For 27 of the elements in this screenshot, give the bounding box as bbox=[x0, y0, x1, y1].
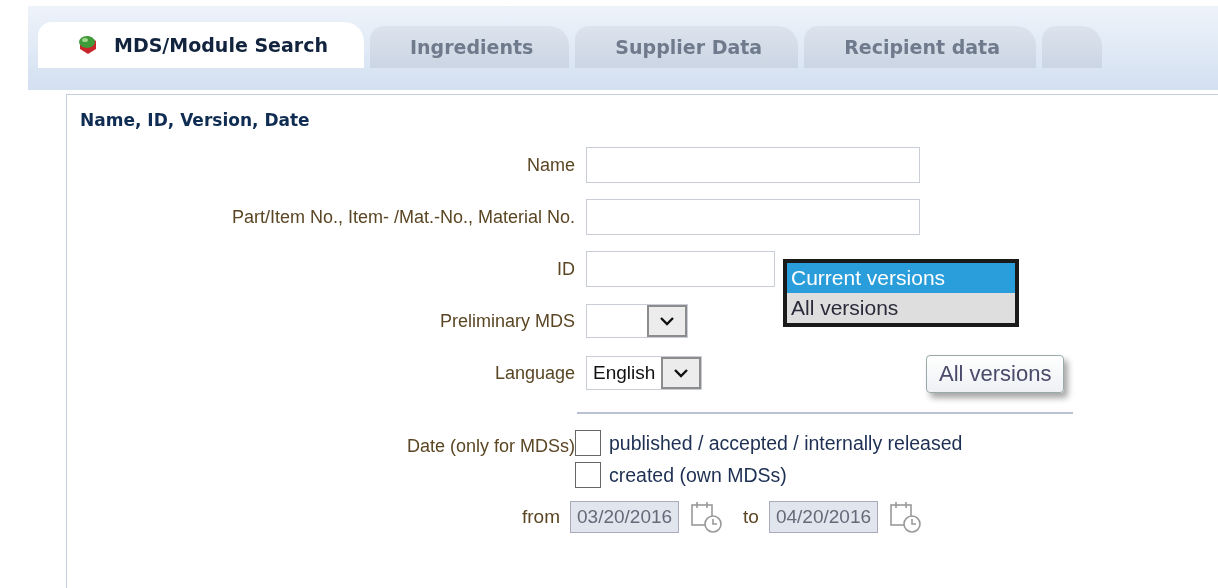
dropdown-option[interactable]: All versions bbox=[787, 293, 1015, 323]
field-label: to bbox=[743, 506, 759, 528]
chevron-down-icon bbox=[659, 316, 675, 326]
section-title: Name, ID, Version, Date bbox=[80, 110, 310, 130]
checkbox-label: created (own MDSs) bbox=[609, 463, 787, 487]
input-field[interactable] bbox=[586, 251, 775, 287]
field-label: Name bbox=[527, 154, 575, 176]
dropdown[interactable] bbox=[586, 304, 688, 338]
calendar-clock-icon[interactable] bbox=[888, 500, 923, 534]
tab[interactable]: Supplier Data bbox=[575, 26, 799, 68]
input-field[interactable] bbox=[586, 147, 920, 183]
tab[interactable]: Ingredients bbox=[369, 26, 570, 68]
input-field[interactable] bbox=[586, 199, 920, 235]
tab[interactable]: MDS/Module Search bbox=[38, 22, 364, 68]
calendar-clock-icon[interactable] bbox=[689, 500, 724, 534]
field-label: Language bbox=[494, 362, 575, 384]
field-label: ID bbox=[557, 258, 575, 280]
dropdown-option[interactable]: Current versions bbox=[787, 263, 1015, 293]
dropdown[interactable]: English bbox=[586, 356, 703, 390]
field-label: from bbox=[522, 506, 560, 528]
field-label: Part/Item No., Item- /Mat.-No., Material No. bbox=[231, 206, 575, 228]
tooltip: All versions bbox=[926, 355, 1065, 393]
chevron-down-icon bbox=[673, 368, 690, 378]
field-label: Date (only for MDSs) bbox=[405, 435, 575, 458]
tab[interactable]: Recipient data bbox=[804, 26, 1036, 68]
checkbox-label: published / accepted / internally released bbox=[609, 431, 963, 455]
field-label: Preliminary MDS bbox=[439, 310, 575, 332]
